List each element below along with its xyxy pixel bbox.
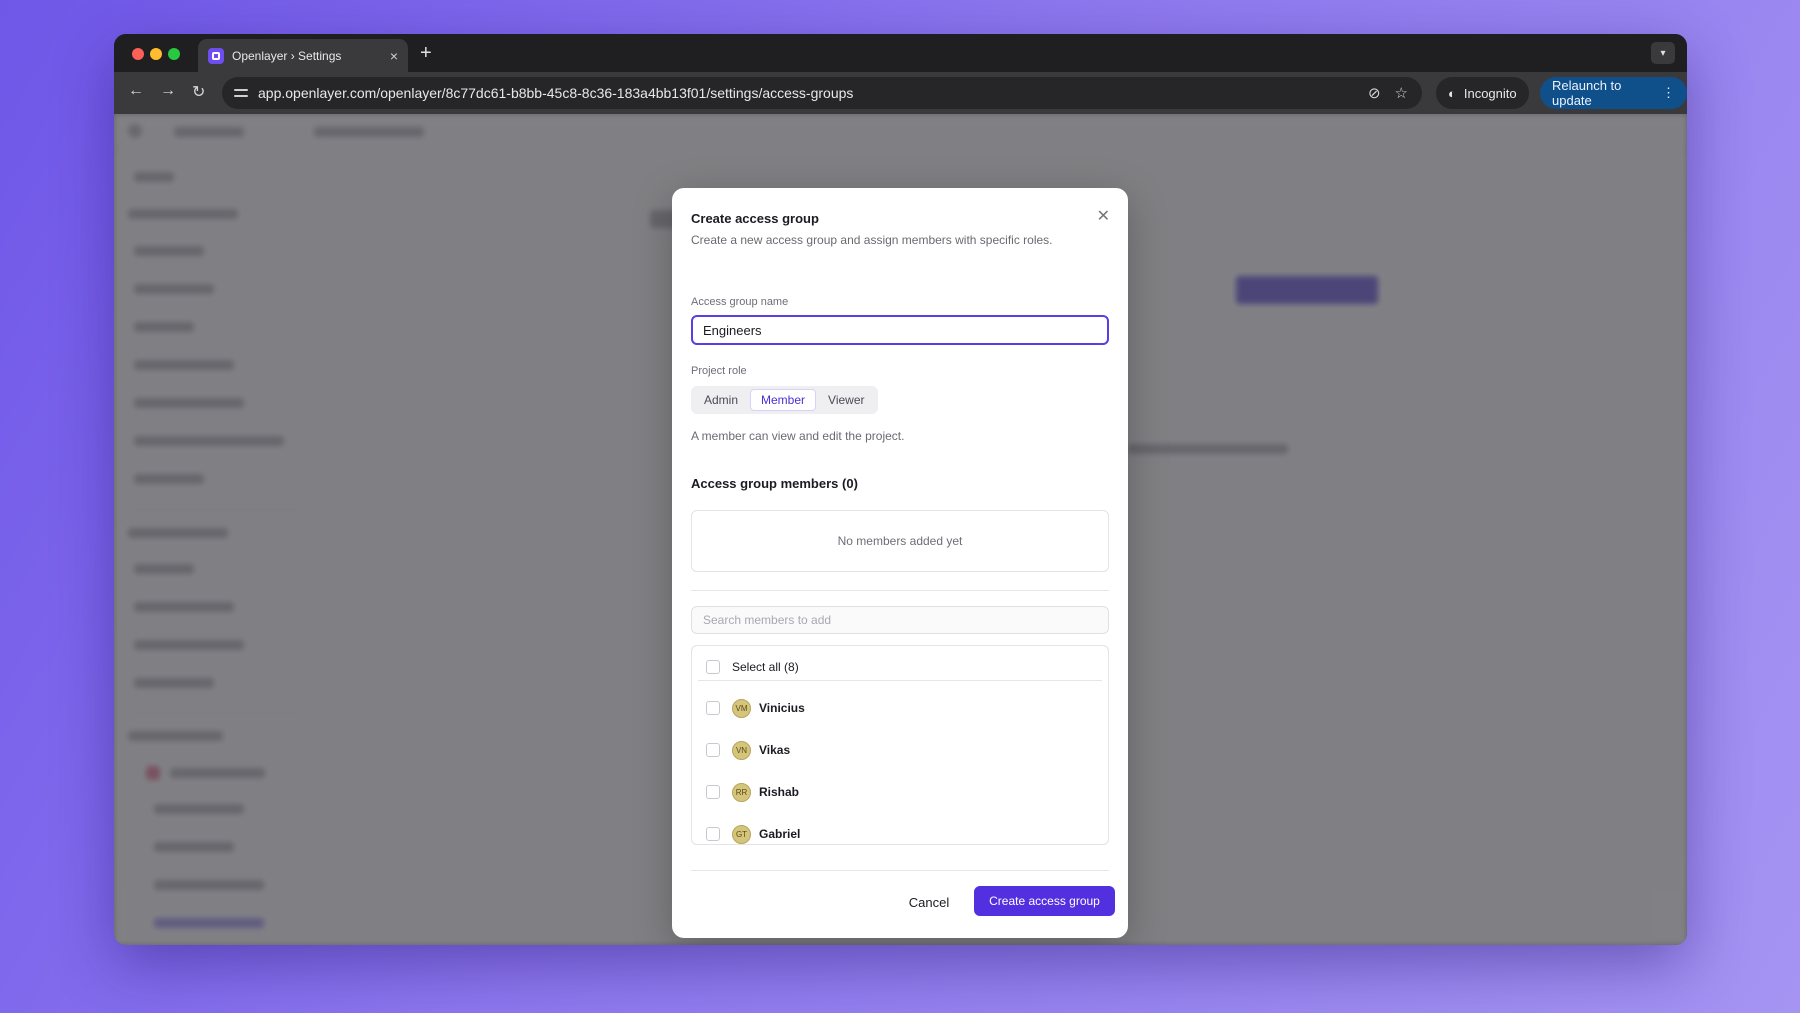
tab-title: Openlayer › Settings [232,48,342,63]
cancel-button[interactable]: Cancel [899,888,959,916]
avatar: VN [732,740,751,760]
avatar: GT [732,824,751,844]
member-name: Rishab [759,785,800,799]
divider [691,870,1109,871]
avatar: RR [732,782,751,802]
page-content: Create access group Create a new access … [114,114,1687,945]
list-item[interactable]: VM Vinicius [692,687,1108,729]
address-bar[interactable]: app.openlayer.com/openlayer/8c77dc61-b8b… [222,77,1422,109]
dialog-subtitle: Create a new access group and assign mem… [691,233,1053,247]
openlayer-favicon-icon [208,47,224,64]
site-settings-icon[interactable] [234,86,248,100]
members-heading: Access group members (0) [691,476,858,491]
create-access-group-button[interactable]: Create access group [974,886,1115,916]
group-name-input[interactable] [691,315,1109,345]
member-name: Vinicius [759,701,805,715]
relaunch-button[interactable]: Relaunch to update ⋮ [1540,77,1687,109]
forward-arrow-icon[interactable]: → [160,82,176,100]
incognito-badge[interactable]: ◐ Incognito [1436,77,1529,109]
new-tab-button[interactable]: + [420,42,432,65]
group-name-label: Access group name [691,296,789,308]
bookmark-star-icon[interactable]: ☆ [1395,84,1408,102]
select-all-checkbox[interactable] [706,660,720,674]
close-icon[interactable]: ✕ [1097,206,1110,226]
eye-off-icon[interactable]: ⊘ [1368,84,1381,102]
divider [698,680,1102,681]
browser-tab[interactable]: Openlayer › Settings × [198,39,408,72]
role-option-admin[interactable]: Admin [694,389,748,411]
member-search-input[interactable] [691,606,1109,634]
reload-icon[interactable]: ↻ [192,82,205,102]
create-access-group-dialog: Create access group Create a new access … [672,188,1128,938]
member-name: Vikas [759,743,791,757]
browser-window: Openlayer › Settings × + ▾ ← → ↻ app.ope… [114,34,1687,945]
member-checkbox[interactable] [706,785,720,799]
minimize-window-button[interactable] [150,48,162,60]
maximize-window-button[interactable] [168,48,180,60]
role-option-viewer[interactable]: Viewer [818,389,874,411]
relaunch-label: Relaunch to update [1552,78,1622,108]
dialog-title: Create access group [691,211,819,226]
avatar: VM [732,698,751,718]
member-checkbox[interactable] [706,701,720,715]
tab-close-icon[interactable]: × [390,48,398,64]
browser-toolbar: ← → ↻ app.openlayer.com/openlayer/8c77dc… [114,72,1687,114]
tab-search-chevron-icon[interactable]: ▾ [1651,42,1675,64]
select-all-row[interactable]: Select all (8) [692,646,1108,688]
member-checkbox[interactable] [706,743,720,757]
divider [691,590,1109,591]
more-vert-icon: ⋮ [1662,85,1675,100]
list-item[interactable]: RR Rishab [692,771,1108,813]
incognito-icon: ◐ [1448,85,1456,101]
member-checkbox[interactable] [706,827,720,841]
list-item[interactable]: GT Gabriel [692,813,1108,844]
select-all-label: Select all (8) [732,660,799,674]
back-arrow-icon[interactable]: ← [128,82,144,100]
project-role-label: Project role [691,365,747,377]
list-item[interactable]: VN Vikas [692,729,1108,771]
role-hint: A member can view and edit the project. [691,429,905,443]
incognito-label: Incognito [1463,85,1517,101]
role-option-member[interactable]: Member [750,389,817,411]
close-window-button[interactable] [132,48,144,60]
member-list: Select all (8) VM Vinicius VN Vikas RR R… [691,645,1109,845]
members-empty-state: No members added yet [691,510,1109,572]
url-text[interactable]: app.openlayer.com/openlayer/8c77dc61-b8b… [258,85,1368,101]
tab-strip: Openlayer › Settings × + ▾ [114,34,1687,72]
empty-state-text: No members added yet [837,534,963,548]
member-name: Gabriel [759,827,801,841]
project-role-selector: Admin Member Viewer [691,386,878,414]
